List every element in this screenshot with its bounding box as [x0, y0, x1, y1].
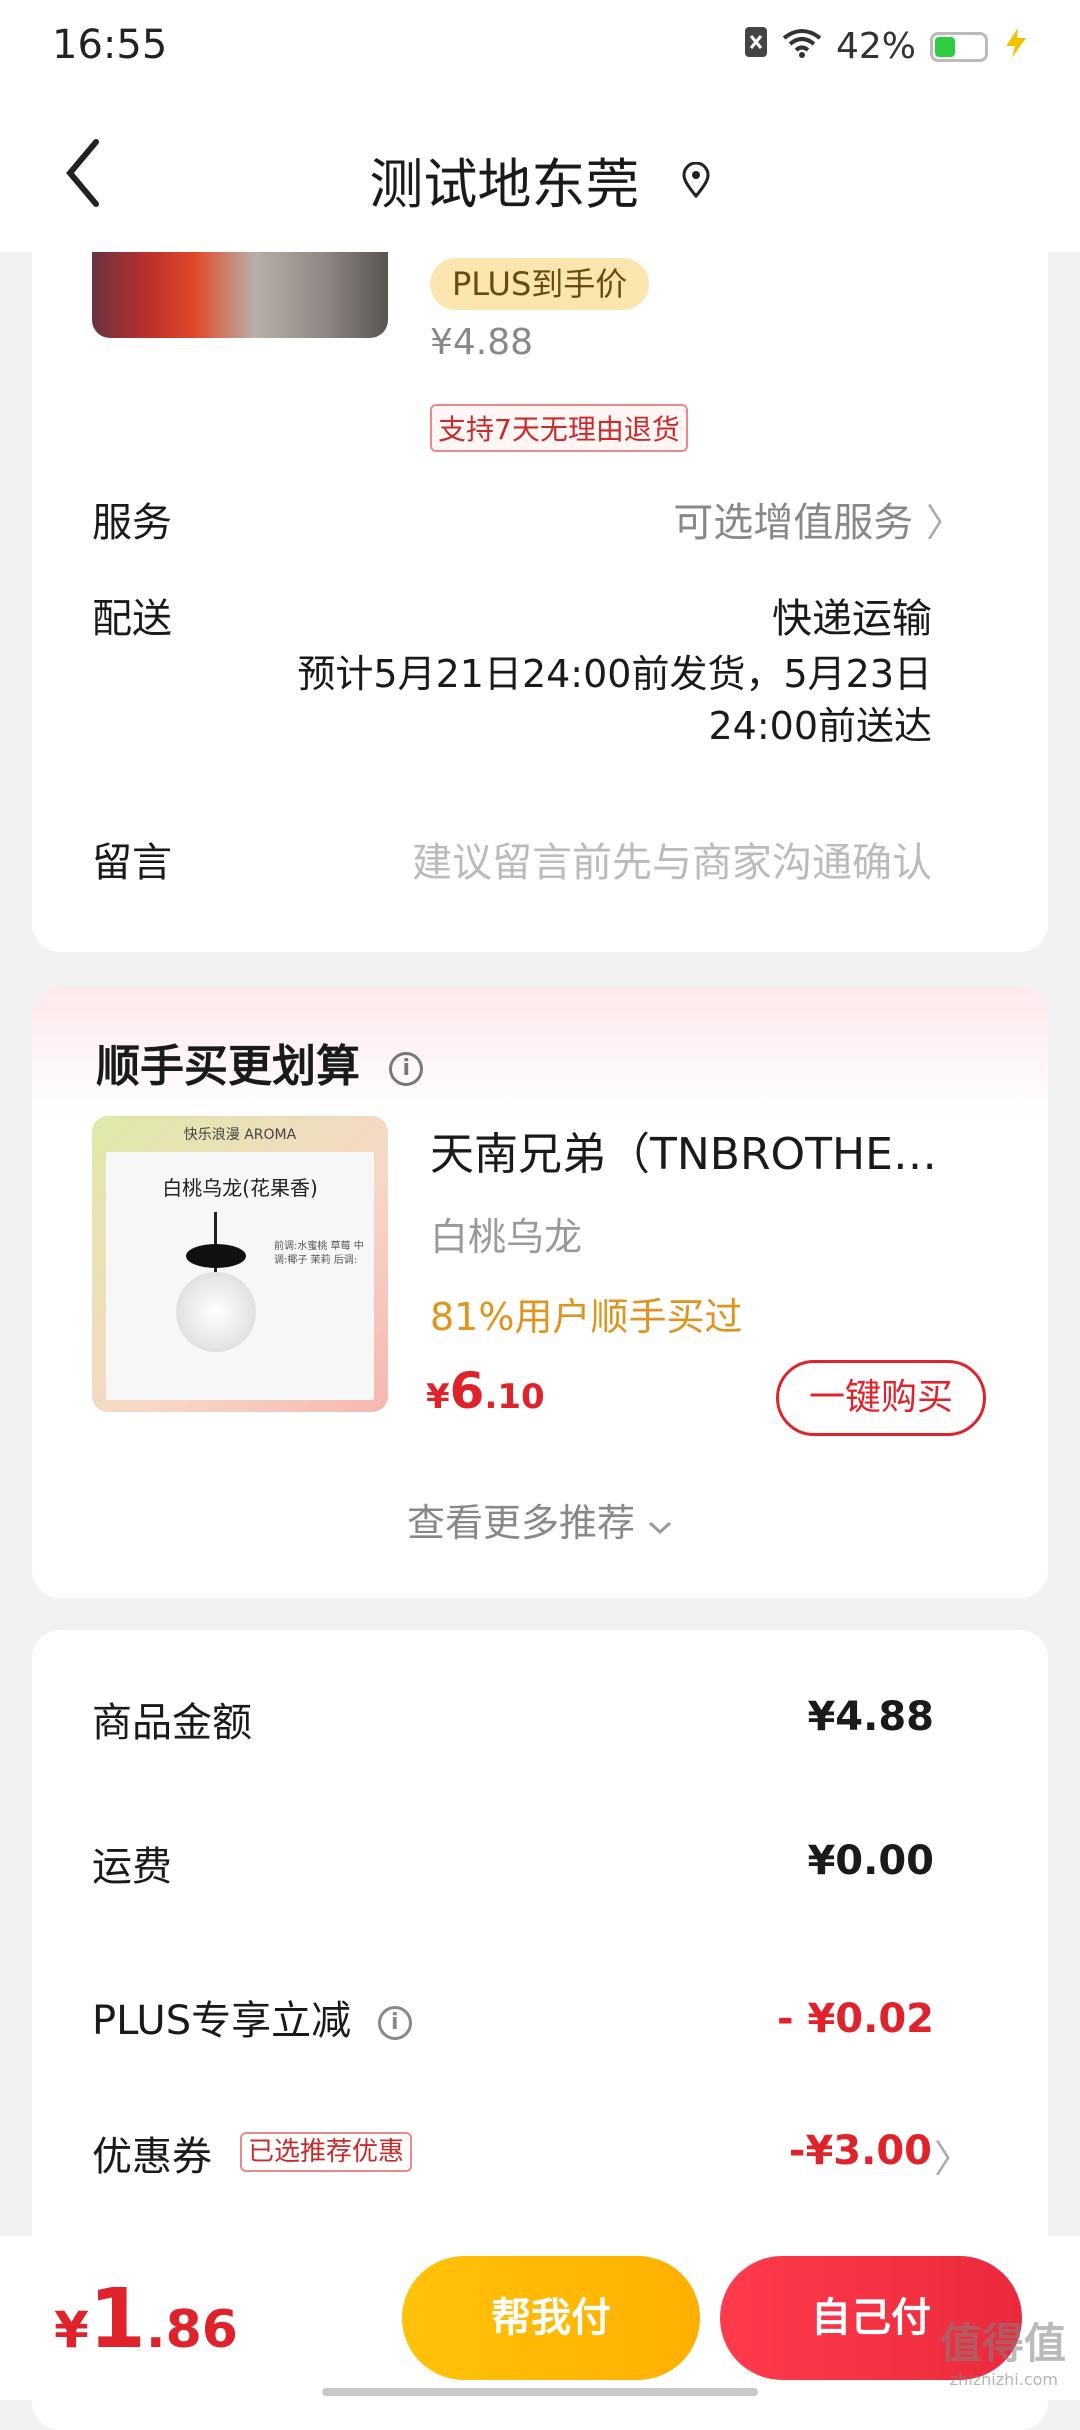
- plus-discount-text: PLUS专享立减: [92, 1998, 352, 2044]
- service-value: 可选增值服务: [673, 500, 914, 546]
- status-icons: 42%: [744, 26, 1030, 67]
- price-currency: ¥: [426, 1377, 450, 1417]
- page-title-text: 测试地东莞: [369, 153, 640, 216]
- total-integer: 1: [88, 2272, 146, 2367]
- recommend-product-image[interactable]: 快乐浪漫 AROMA 白桃乌龙(花果香) 前调:水蜜桃 草莓 中调:椰子 茉莉 …: [92, 1116, 388, 1412]
- message-input[interactable]: 建议留言前先与商家沟通确认: [232, 830, 932, 888]
- watermark-url: zhizhizhi.com: [949, 2370, 1058, 2389]
- more-recommend-link[interactable]: 查看更多推荐: [0, 1492, 1080, 1547]
- more-recommend-text: 查看更多推荐: [406, 1501, 635, 1545]
- plus-discount-value: - ¥0.02: [776, 1996, 934, 2042]
- home-indicator[interactable]: [322, 2388, 758, 2396]
- price-decimal: .10: [484, 1377, 545, 1417]
- delivery-eta: 预计5月21日24:00前发货，5月23日24:00前送达: [297, 652, 932, 748]
- battery-icon: [930, 31, 988, 62]
- rose-ornament: [176, 1272, 256, 1352]
- battery-percent: 42%: [835, 26, 916, 67]
- one-click-buy-button[interactable]: 一键购买: [776, 1360, 986, 1436]
- message-label: 留言: [92, 840, 172, 886]
- wifi-icon: [782, 26, 822, 67]
- product-image[interactable]: [92, 252, 388, 338]
- service-label: 服务: [92, 500, 172, 546]
- chevron-down-icon: [647, 1501, 673, 1545]
- recommend-product-name[interactable]: 天南兄弟（TNBROTHE…: [430, 1118, 970, 1182]
- info-icon[interactable]: i: [389, 1052, 424, 1086]
- image-inner: 白桃乌龙(花果香) 前调:水蜜桃 草莓 中调:椰子 茉莉 后调:: [106, 1152, 374, 1400]
- image-notes-text: 前调:水蜜桃 草莓 中调:椰子 茉莉 后调:: [274, 1241, 364, 1266]
- info-icon[interactable]: i: [377, 2006, 412, 2040]
- location-pin-icon: [681, 148, 711, 211]
- delivery-method[interactable]: 快递运输: [772, 586, 932, 644]
- plus-price-badge: PLUS到手价: [430, 258, 650, 310]
- shipping-label: 运费: [92, 1844, 172, 1890]
- chevron-right-icon: 〉: [925, 501, 964, 545]
- return-policy-tag: 支持7天无理由退货: [430, 404, 688, 452]
- status-time: 16:55: [52, 22, 168, 68]
- charging-icon: [1002, 26, 1030, 67]
- service-selector[interactable]: 可选增值服务 〉: [673, 490, 964, 548]
- goods-amount-label: 商品金额: [92, 1700, 252, 1746]
- coupon-tag: 已选推荐优惠: [240, 2132, 413, 2172]
- plus-discount-label: PLUS专享立减 i: [92, 1988, 412, 2046]
- recommend-variant: 白桃乌龙: [430, 1215, 583, 1259]
- recommend-title: 顺手买更划算 i: [96, 1030, 424, 1094]
- total-decimal: .86: [145, 2300, 238, 2360]
- total-currency: ¥: [54, 2301, 89, 2359]
- ribbon-bow: [186, 1244, 246, 1268]
- recommend-title-text: 顺手买更划算: [96, 1041, 360, 1092]
- shipping-value: ¥0.00: [807, 1838, 934, 1884]
- recommend-price: ¥6.10: [426, 1362, 545, 1420]
- price-integer: 6: [449, 1362, 485, 1420]
- chevron-right-icon[interactable]: 〉: [934, 2128, 972, 2183]
- product-price: ¥4.88: [430, 322, 534, 363]
- help-pay-button[interactable]: 帮我付: [402, 2256, 700, 2380]
- total-price: ¥1.86: [54, 2272, 238, 2367]
- coupon-value[interactable]: -¥3.00: [789, 2128, 932, 2174]
- delivery-label: 配送: [92, 596, 172, 642]
- image-title-text: 白桃乌龙(花果香): [162, 1176, 318, 1200]
- coupon-label: 优惠券: [92, 2134, 212, 2180]
- recommend-rate: 81%用户顺手买过: [430, 1295, 743, 1339]
- page-title[interactable]: 测试地东莞: [0, 140, 1080, 219]
- sim-icon: [744, 26, 768, 67]
- watermark-logo: 值得值: [939, 2319, 1066, 2368]
- image-brand-text: 快乐浪漫 AROMA: [183, 1127, 297, 1143]
- goods-amount-value: ¥4.88: [807, 1694, 934, 1740]
